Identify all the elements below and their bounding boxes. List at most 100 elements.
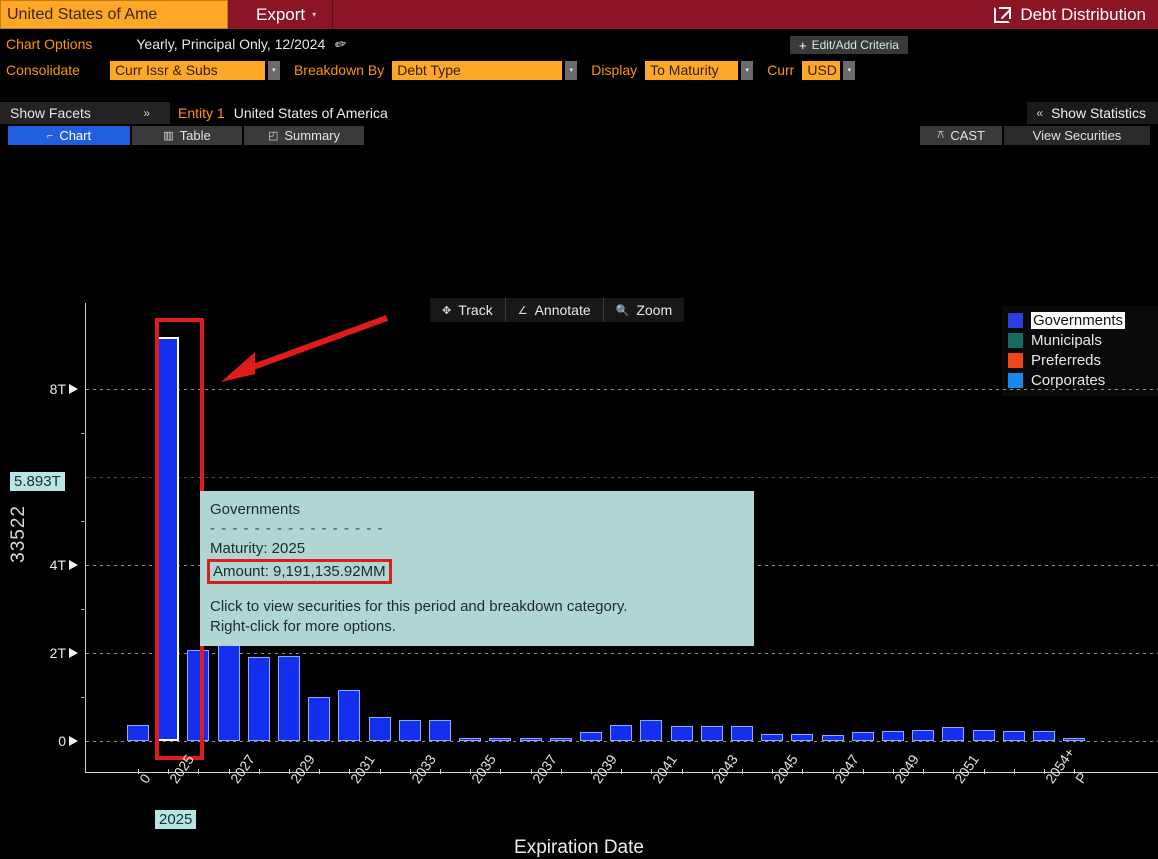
bar-2027[interactable] [218, 645, 240, 741]
x-tick-mark-2053 [1014, 769, 1015, 774]
bar-series-governments [86, 147, 1158, 743]
x-tick-label-0: 0 [136, 771, 154, 787]
x-tick-mark-2042 [682, 769, 683, 774]
bar-2031[interactable] [338, 690, 360, 741]
bar-2037[interactable] [520, 738, 542, 741]
chart-icon: ⌐ [47, 130, 53, 142]
show-statistics-button[interactable]: « Show Statistics [1027, 102, 1158, 124]
x-tick-mark-2026 [198, 769, 199, 774]
show-facets-button[interactable]: Show Facets » [0, 102, 170, 124]
bar-2046[interactable] [791, 734, 813, 741]
x-tick-mark-2028 [259, 769, 260, 774]
bar-2049[interactable] [882, 731, 904, 741]
tooltip-hint-1: Click to view securities for this period… [210, 597, 744, 616]
x-tick-mark-2038 [561, 769, 562, 774]
screen-title-group: Debt Distribution [994, 0, 1158, 29]
cast-label: CAST [950, 128, 985, 143]
entity-input[interactable]: United States of Ame [0, 0, 228, 29]
bar-P[interactable] [1063, 738, 1085, 741]
show-statistics-label: Show Statistics [1051, 105, 1146, 121]
bar-0[interactable] [127, 725, 149, 741]
summary-icon: ◰ [268, 129, 278, 142]
bar-2043[interactable] [701, 726, 723, 741]
breakdown-caret-icon[interactable]: ▾ [565, 61, 577, 80]
table-icon: ▥ [163, 129, 173, 142]
bar-2036[interactable] [489, 738, 511, 741]
tab-summary[interactable]: ◰ Summary [244, 126, 364, 145]
show-facets-label: Show Facets [10, 105, 91, 121]
bar-2047[interactable] [822, 735, 844, 741]
entity-name: United States of America [234, 105, 388, 121]
bar-2033[interactable] [399, 720, 421, 741]
display-select[interactable]: To Maturity [645, 61, 738, 80]
chart-area[interactable]: ✥ Track ∠ Annotate 🔍 Zoom Governments Mu… [0, 147, 1158, 687]
bar-2030[interactable] [308, 697, 330, 741]
x-tick-mark-2050 [923, 769, 924, 774]
x-tick-mark-2044 [742, 769, 743, 774]
bar-2044[interactable] [731, 726, 753, 741]
bar-2032[interactable] [369, 717, 391, 741]
y-tick-label-0: 0 [8, 733, 66, 749]
x-tick-mark-2036 [500, 769, 501, 774]
annotation-arrow-icon [215, 312, 395, 387]
x-tick-label-2039: 2039 [589, 751, 620, 786]
x-cursor-badge: 2025 [155, 810, 196, 829]
chevron-right-icon: » [139, 106, 160, 120]
chart-options-value: Yearly, Principal Only, 12/2024 [100, 36, 335, 52]
bar-2028[interactable] [248, 657, 270, 741]
y-axis-arrow-4t [69, 560, 78, 570]
view-securities-button[interactable]: View Securities [1004, 126, 1150, 145]
chevron-left-icon: « [1036, 106, 1043, 120]
display-caret-icon[interactable]: ▾ [741, 61, 753, 80]
external-link-icon[interactable] [994, 6, 1011, 23]
x-tick-mark-2048 [863, 769, 864, 774]
x-tick-label-2029: 2029 [287, 751, 318, 786]
x-tick-mark-2040 [621, 769, 622, 774]
curr-caret-icon[interactable]: ▾ [843, 61, 855, 80]
x-tick-label-2035: 2035 [468, 751, 499, 786]
title-bar: United States of Ame Export ▾ Debt Distr… [0, 0, 1158, 29]
x-tick-label-2033: 2033 [408, 751, 439, 786]
pencil-icon[interactable]: ✏ [334, 34, 349, 53]
bar-2052[interactable] [973, 730, 995, 741]
entity-tag[interactable]: Entity 1 [170, 105, 234, 121]
tooltip-hint-2: Right-click for more options. [210, 617, 744, 636]
chart-options-label[interactable]: Chart Options [0, 36, 100, 52]
bar-2038[interactable] [550, 738, 572, 741]
consolidate-select[interactable]: Curr Issr & Subs [110, 61, 265, 80]
x-tick-mark-2032 [380, 769, 381, 774]
export-button[interactable]: Export ▾ [228, 0, 333, 29]
tab-chart[interactable]: ⌐ Chart [8, 126, 130, 145]
bar-2039[interactable] [580, 732, 602, 741]
bar-2050[interactable] [912, 730, 934, 741]
tooltip-maturity: Maturity: 2025 [210, 539, 744, 558]
x-tick-label-2049: 2049 [891, 751, 922, 786]
bar-2042[interactable] [671, 726, 693, 741]
bar-2045[interactable] [761, 734, 783, 741]
consolidate-label: Consolidate [0, 62, 88, 78]
tooltip-series: Governments [210, 500, 744, 519]
chevron-down-icon: ▾ [312, 10, 316, 19]
x-tick-label-2041: 2041 [649, 751, 680, 786]
bar-2053[interactable] [1003, 731, 1025, 741]
cast-button[interactable]: ⚻ CAST [920, 126, 1002, 145]
bar-2034[interactable] [429, 720, 451, 741]
curr-select[interactable]: USD [802, 61, 840, 80]
bar-2048[interactable] [852, 732, 874, 741]
bar-2041[interactable] [640, 720, 662, 741]
breakdown-options-row: Consolidate Curr Issr & Subs ▾ Breakdown… [0, 59, 1158, 81]
tab-table[interactable]: ▥ Table [132, 126, 242, 145]
view-tabs: ⌐ Chart ▥ Table ◰ Summary ⚻ CAST View Se… [0, 126, 1158, 145]
x-tick-mark-2034 [440, 769, 441, 774]
breakdown-by-select[interactable]: Debt Type [392, 61, 562, 80]
x-tick-label-2051: 2051 [951, 751, 982, 786]
bar-2040[interactable] [610, 725, 632, 741]
bar-2051[interactable] [942, 727, 964, 741]
bar-2029[interactable] [278, 656, 300, 741]
bar-2054+[interactable] [1033, 731, 1055, 741]
consolidate-caret-icon[interactable]: ▾ [268, 61, 280, 80]
window-corner [1124, 0, 1158, 3]
page-title: Debt Distribution [1020, 5, 1146, 25]
edit-add-criteria-button[interactable]: + Edit/Add Criteria [790, 36, 908, 54]
bar-2035[interactable] [459, 738, 481, 741]
